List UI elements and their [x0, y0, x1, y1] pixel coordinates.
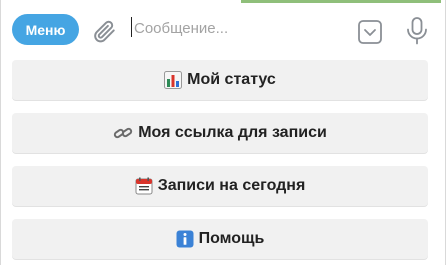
keyboard-toggle-icon[interactable] — [356, 18, 384, 46]
keyboard-button-today-bookings[interactable]: Записи на сегодня — [12, 166, 428, 206]
keyboard-button-help[interactable]: Помощь — [12, 219, 428, 259]
keyboard-button-label: Помощь — [198, 230, 265, 247]
message-input-bar: Меню — [1, 3, 446, 53]
keyboard-button-label: Записи на сегодня — [157, 177, 306, 194]
paperclip-icon[interactable] — [91, 18, 117, 44]
bar-chart-icon — [164, 71, 183, 89]
chat-composer: Меню Сообщение... Мой статус Моя ссылка … — [0, 0, 446, 265]
calendar-icon — [135, 177, 153, 195]
link-icon — [113, 124, 133, 142]
microphone-icon[interactable] — [404, 16, 430, 46]
keyboard-button-label: Мой статус — [187, 71, 276, 88]
keyboard-button-my-booking-link[interactable]: Моя ссылка для записи — [12, 113, 428, 153]
menu-button[interactable]: Меню — [12, 14, 79, 45]
text-cursor — [131, 17, 132, 37]
info-icon — [176, 230, 194, 248]
message-input[interactable] — [134, 16, 344, 40]
keyboard-button-label: Моя ссылка для записи — [138, 124, 327, 141]
keyboard-button-my-status[interactable]: Мой статус — [12, 60, 428, 100]
